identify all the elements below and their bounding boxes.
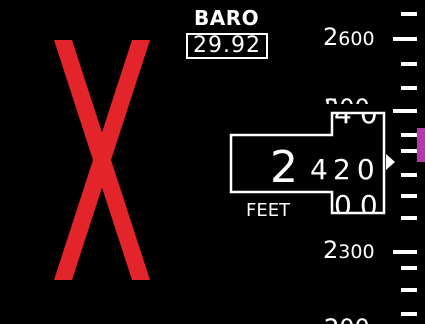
tape-label-2200: 2200 bbox=[320, 308, 390, 324]
altitude-thousands: 2 bbox=[270, 142, 298, 193]
tape-label-small: 200 bbox=[324, 316, 370, 324]
triangle-pointer-icon bbox=[386, 154, 395, 170]
tape-tick bbox=[401, 312, 417, 316]
tape-tick bbox=[401, 62, 417, 66]
tape-tick bbox=[401, 133, 417, 137]
tape-label-small: 600 bbox=[338, 28, 375, 50]
tape-tick bbox=[401, 86, 417, 90]
tape-tick bbox=[401, 173, 417, 177]
tape-tick bbox=[401, 266, 417, 270]
altitude-bug-icon bbox=[417, 128, 425, 162]
altitude-tens: 20 bbox=[333, 153, 381, 186]
tape-tick bbox=[401, 194, 417, 198]
altitude-unit-label: FEET bbox=[246, 200, 291, 221]
tape-label-small: 300 bbox=[338, 241, 375, 263]
tape-tick bbox=[401, 288, 417, 292]
baro-setting[interactable]: 29.92 bbox=[186, 33, 268, 59]
tape-tick bbox=[401, 149, 417, 153]
tape-tick bbox=[393, 109, 417, 113]
tape-label-big: 2 bbox=[323, 236, 339, 264]
altitude-roll-above: 40 bbox=[334, 114, 384, 138]
tape-label-2300: 2300 bbox=[323, 238, 375, 264]
altitude-roll-below: 00 bbox=[334, 190, 384, 213]
tape-label-small: 500 bbox=[324, 96, 370, 104]
tape-label-2600: 2600 bbox=[323, 25, 375, 51]
tape-label-big: 2 bbox=[323, 23, 339, 51]
tape-label-2500: 2500 bbox=[320, 88, 390, 104]
tape-tick bbox=[393, 250, 417, 254]
tape-tick bbox=[401, 12, 417, 16]
altimeter-display: BARO 29.92 2600 2500 2300 2200 40 00 2 4… bbox=[0, 0, 425, 324]
altitude-hundreds: 4 bbox=[310, 153, 328, 186]
x-flag-icon bbox=[54, 40, 150, 280]
tape-tick bbox=[393, 37, 417, 41]
tape-tick bbox=[401, 216, 417, 220]
baro-label: BARO bbox=[194, 6, 260, 30]
